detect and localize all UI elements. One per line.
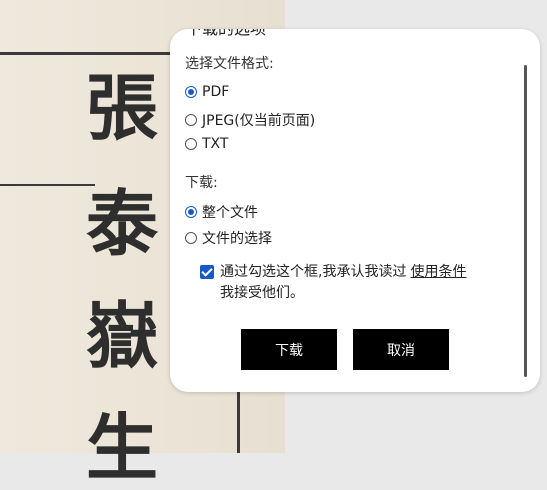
- cancel-button[interactable]: 取消: [353, 329, 449, 370]
- dialog-title: 下载的选项: [186, 29, 266, 39]
- page-border-line: [237, 392, 240, 453]
- download-option-label: 文件的选择: [202, 231, 272, 247]
- radio-unchecked-icon[interactable]: [185, 114, 197, 126]
- format-option-label: JPEG(仅当前页面): [202, 113, 316, 129]
- radio-unchecked-icon[interactable]: [185, 232, 197, 244]
- scan-character: 嶽: [86, 293, 159, 378]
- download-options-dialog: 下载的选项 选择文件格式: PDF JPEG(仅当前页面) TXT 下载: 整个…: [170, 29, 540, 392]
- scan-character: 張: [86, 65, 159, 150]
- format-option-jpeg[interactable]: JPEG(仅当前页面): [185, 110, 315, 130]
- download-option-label: 整个文件: [202, 205, 258, 221]
- format-option-label: PDF: [202, 84, 230, 100]
- format-section-label: 选择文件格式:: [185, 56, 274, 72]
- download-option-whole-file[interactable]: 整个文件: [185, 202, 258, 222]
- radio-unchecked-icon[interactable]: [185, 138, 197, 150]
- terms-text: 通过勾选这个框,我承认我读过 使用条件 我接受他们。: [220, 262, 466, 304]
- terms-text-after: 我接受他们。: [220, 285, 304, 301]
- download-button[interactable]: 下载: [241, 329, 337, 370]
- terms-text-before: 通过勾选这个框,我承认我读过: [220, 264, 407, 280]
- scan-character: 泰: [86, 181, 159, 266]
- terms-agreement: 通过勾选这个框,我承认我读过 使用条件 我接受他们。: [200, 262, 500, 304]
- dialog-scrollbar[interactable]: [524, 65, 527, 377]
- terms-checkbox[interactable]: [200, 265, 214, 279]
- page-border-line: [0, 184, 95, 186]
- format-option-txt[interactable]: TXT: [185, 136, 228, 152]
- format-option-pdf[interactable]: PDF: [185, 84, 229, 100]
- terms-of-use-link[interactable]: 使用条件: [410, 264, 466, 280]
- radio-checked-icon[interactable]: [185, 206, 197, 218]
- download-option-selection[interactable]: 文件的选择: [185, 228, 272, 248]
- download-section-label: 下载:: [185, 175, 218, 191]
- radio-checked-icon[interactable]: [185, 86, 197, 98]
- scan-character: 生: [86, 405, 159, 490]
- format-option-label: TXT: [202, 136, 229, 152]
